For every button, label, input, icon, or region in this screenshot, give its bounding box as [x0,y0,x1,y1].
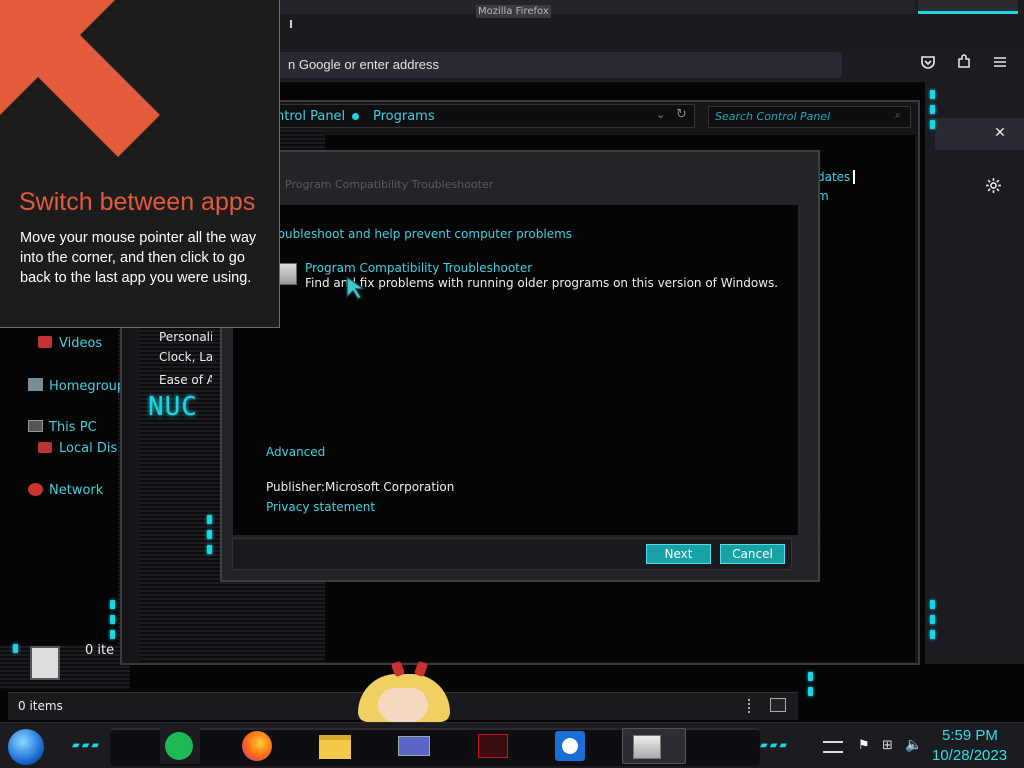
desktop-mascot-icon [348,660,458,724]
action-center-icon[interactable] [823,741,843,753]
cancel-button[interactable]: Cancel [720,544,785,564]
homegroup-icon [28,378,43,391]
category-personalization[interactable]: Personaliz [159,330,212,344]
breadcrumb-separator-icon [352,113,359,120]
nav-homegroup[interactable]: Homegroup [49,379,125,394]
videos-icon [38,336,52,348]
search-icon[interactable]: ⌕ [895,110,901,121]
troubleshooter-link[interactable]: Program Compatibility Troubleshooter [305,261,532,275]
publisher-label: Publisher: [266,480,325,494]
troubleshooter-description: Find and fix problems with running older… [305,276,779,290]
address-bar-placeholder: n Google or enter address [288,57,440,72]
items-count-small: 0 ite [85,643,115,658]
notification-bar [935,118,1024,150]
address-bar[interactable]: n Google or enter address [260,52,842,78]
taskbar-accent: ▰▰▰ [760,740,790,751]
frame-accent [808,672,813,696]
frame-accent [110,600,115,639]
frame-accent [13,644,18,653]
details-view-icon[interactable] [748,699,752,713]
large-icons-view-icon[interactable] [770,698,786,712]
advanced-link[interactable]: Advanced [266,445,325,459]
tip-title: Switch between apps [19,188,256,216]
close-icon[interactable]: ✕ [990,123,1010,143]
file-explorer-button[interactable] [316,728,356,764]
window-title: Mozilla Firefox [476,5,551,18]
link-updates[interactable]: dates [817,170,850,184]
search-placeholder: Search Control Panel [715,110,831,123]
clock-time[interactable]: 5:59 PM [942,727,998,744]
control-panel-app-button[interactable] [394,728,434,764]
navigation-pane: Videos Homegroup This PC Local Dis Netwo… [0,325,125,645]
firefox-side-area [925,82,1024,664]
this-pc-icon [28,420,43,432]
frame-accent [930,600,935,639]
volume-icon[interactable]: 🔈 [905,737,922,753]
publisher-value: Microsoft Corporation [325,480,455,494]
dialog-body: roubleshoot and help prevent computer pr… [233,205,798,535]
troubleshooter-icon [279,263,297,285]
settings-gear-icon[interactable] [983,177,1003,197]
mouse-cursor-icon [346,275,366,300]
menu-icon[interactable] [990,54,1010,74]
titlebar-decor [918,0,1018,14]
start-button[interactable] [8,729,44,765]
category-ease-of-access[interactable]: Ease of Ac [159,373,212,387]
extensions-icon[interactable] [954,54,974,74]
breadcrumb[interactable]: ntrol Panel Programs ⌄ ↻ [275,104,695,128]
notes-app-button[interactable] [160,728,200,764]
corner-arrow-icon [0,0,160,157]
network-tray-icon[interactable]: ⊞ [882,738,893,753]
local-disk-icon [38,442,52,453]
dropdown-chevron-icon[interactable]: ⌄ [656,108,665,121]
dialog-title: Program Compatibility Troubleshooter [285,178,494,191]
taskbar-accent: ▰▰▰ [72,740,102,751]
nav-network[interactable]: Network [49,483,103,498]
dialog-heading: roubleshoot and help prevent computer pr… [273,227,573,241]
privacy-link[interactable]: Privacy statement [266,500,375,514]
nav-local-disk[interactable]: Local Dis [59,441,117,456]
status-items-count: 0 items [18,699,63,713]
refresh-icon[interactable]: ↻ [676,107,687,122]
tab-separator [290,20,292,28]
media-app-button[interactable] [472,728,512,764]
tip-text: Move your mouse pointer all the way into… [20,230,257,286]
frame-accent [207,515,212,554]
category-clock[interactable]: Clock, Lar [159,350,212,364]
frame-accent [930,90,935,129]
folder-thumbnail [30,646,60,680]
clock-date[interactable]: 10/28/2023 [932,747,1007,764]
pocket-icon[interactable] [918,54,938,74]
nav-this-pc[interactable]: This PC [49,420,97,435]
breadcrumb-programs[interactable]: Programs [373,109,435,124]
nav-videos[interactable]: Videos [59,336,102,351]
network-icon [28,483,43,496]
firefox-app-button[interactable] [238,728,278,764]
search-box[interactable]: Search Control Panel ⌕ [708,106,911,128]
troubleshooter-app-button[interactable] [622,728,686,764]
text-caret [853,170,855,184]
next-button[interactable]: Next [646,544,711,564]
category-list: Personaliz Clock, Lar Ease of Ac NUC [142,330,212,660]
flag-icon[interactable]: ⚑ [858,738,870,753]
nuc-logo-icon: NUC [148,392,198,422]
weather-app-button[interactable] [550,728,590,764]
breadcrumb-control-panel[interactable]: ntrol Panel [276,109,345,124]
